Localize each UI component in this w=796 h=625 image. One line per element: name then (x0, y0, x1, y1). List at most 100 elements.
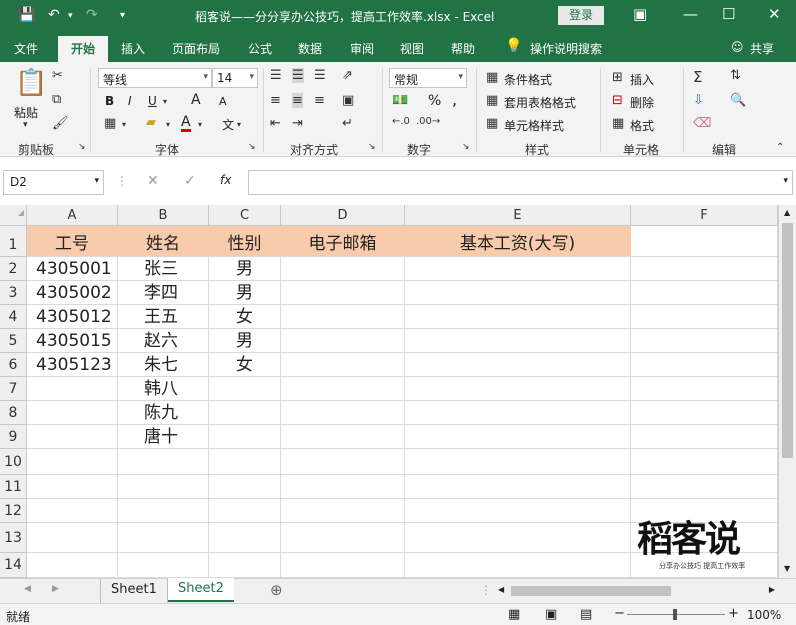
vertical-scrollbar[interactable]: ▲ ▼ (778, 205, 796, 578)
find-select-icon[interactable]: 🔍 (730, 93, 746, 108)
zoom-slider-thumb[interactable] (673, 609, 677, 620)
zoom-out-icon[interactable]: − (614, 606, 625, 621)
align-left-icon[interactable]: ≡ (270, 93, 281, 108)
cell-c7[interactable] (209, 377, 281, 401)
cell-e13[interactable] (405, 523, 631, 553)
cell-e6[interactable] (405, 353, 631, 377)
tell-me-search[interactable]: 操作说明搜索 (530, 40, 602, 57)
cell-f2[interactable] (631, 257, 778, 281)
cell-d9[interactable] (281, 425, 405, 449)
grow-font-button[interactable]: A (191, 92, 201, 108)
cell-d2[interactable] (281, 257, 405, 281)
tab-formulas[interactable]: 公式 (248, 40, 272, 57)
font-color-button[interactable]: A (181, 115, 191, 132)
cell-e4[interactable] (405, 305, 631, 329)
login-button[interactable]: 登录 (558, 6, 604, 25)
borders-dropdown-icon[interactable]: ▾ (122, 120, 126, 129)
cell-d6[interactable] (281, 353, 405, 377)
align-bottom-icon[interactable]: ☰ (314, 68, 326, 83)
copy-icon[interactable]: ⧉ (52, 92, 61, 107)
cell-c5[interactable]: 男 (209, 329, 281, 353)
normal-view-icon[interactable]: ▦ (508, 607, 520, 622)
undo-icon[interactable]: ↶ (48, 7, 60, 23)
cell-a12[interactable] (27, 499, 118, 523)
underline-dropdown-icon[interactable]: ▾ (163, 97, 167, 106)
shrink-font-button[interactable]: A (219, 95, 227, 108)
cell-a5[interactable]: 4305015 (27, 329, 118, 353)
fill-color-icon[interactable]: ▰ (146, 115, 156, 130)
split-handle-icon[interactable]: ⋮ (480, 583, 492, 597)
underline-button[interactable]: U (148, 94, 157, 108)
autosum-icon[interactable]: Σ (693, 68, 702, 86)
cell-a4[interactable]: 4305012 (27, 305, 118, 329)
merge-center-icon[interactable]: ▣ (342, 93, 354, 108)
cell-e1[interactable]: 基本工资(大写) (405, 226, 631, 257)
cell-a3[interactable]: 4305002 (27, 281, 118, 305)
cell-b2[interactable]: 张三 (118, 257, 209, 281)
formula-input[interactable]: ▾ (248, 170, 793, 195)
column-header-c[interactable]: C (209, 205, 281, 226)
comma-button[interactable]: , (452, 90, 457, 109)
cell-f11[interactable] (631, 475, 778, 499)
borders-icon[interactable]: ▦ (104, 116, 116, 131)
font-launcher-icon[interactable]: ↘ (248, 142, 256, 152)
row-header-1[interactable]: 1 (0, 226, 27, 257)
row-header-3[interactable]: 3 (0, 281, 27, 305)
tab-page-layout[interactable]: 页面布局 (172, 40, 220, 57)
expand-formula-icon[interactable]: ▾ (783, 176, 788, 186)
cell-e2[interactable] (405, 257, 631, 281)
fill-dropdown-icon[interactable]: ▾ (166, 120, 170, 129)
redo-icon[interactable]: ↷ (86, 7, 98, 23)
cell-f6[interactable] (631, 353, 778, 377)
cell-b1[interactable]: 姓名 (118, 226, 209, 257)
cell-c14[interactable] (209, 553, 281, 578)
phonetic-dropdown-icon[interactable]: ▾ (237, 120, 241, 129)
align-middle-icon[interactable]: ☰ (292, 68, 304, 83)
cell-a7[interactable] (27, 377, 118, 401)
minimize-icon[interactable]: — (683, 5, 698, 23)
format-cells-button[interactable]: 格式 (630, 117, 654, 134)
add-sheet-icon[interactable]: ⊕ (270, 581, 283, 599)
prev-sheet-icon[interactable]: ◀ (24, 584, 31, 594)
align-center-icon[interactable]: ≡ (292, 93, 303, 108)
alignment-launcher-icon[interactable]: ↘ (368, 142, 376, 152)
cell-b5[interactable]: 赵六 (118, 329, 209, 353)
cell-e10[interactable] (405, 449, 631, 475)
sort-filter-icon[interactable]: ⇅ (730, 68, 741, 83)
scroll-left-icon[interactable]: ◀ (498, 585, 504, 594)
percent-button[interactable]: % (428, 93, 441, 109)
row-header-8[interactable]: 8 (0, 401, 27, 425)
cell-a6[interactable]: 4305123 (27, 353, 118, 377)
zoom-level[interactable]: 100% (747, 608, 781, 622)
name-box[interactable]: D2 ▾ (3, 170, 104, 195)
cell-a11[interactable] (27, 475, 118, 499)
horizontal-scroll-thumb[interactable] (511, 586, 671, 596)
column-header-a[interactable]: A (27, 205, 118, 226)
cell-a1[interactable]: 工号 (27, 226, 118, 257)
cell-c6[interactable]: 女 (209, 353, 281, 377)
page-layout-view-icon[interactable]: ▣ (545, 607, 557, 622)
cell-e9[interactable] (405, 425, 631, 449)
cell-b8[interactable]: 陈九 (118, 401, 209, 425)
tab-data[interactable]: 数据 (298, 40, 322, 57)
tab-home[interactable]: 开始 (58, 36, 109, 62)
vertical-scroll-thumb[interactable] (782, 223, 793, 458)
cell-b13[interactable] (118, 523, 209, 553)
column-header-b[interactable]: B (118, 205, 209, 226)
wrap-text-icon[interactable]: ↵ (342, 116, 353, 131)
cell-e8[interactable] (405, 401, 631, 425)
cell-a8[interactable] (27, 401, 118, 425)
row-header-6[interactable]: 6 (0, 353, 27, 377)
row-header-12[interactable]: 12 (0, 499, 27, 523)
align-top-icon[interactable]: ☰ (270, 68, 282, 83)
horizontal-scrollbar[interactable]: ◀ ▶ (495, 583, 778, 599)
cell-f7[interactable] (631, 377, 778, 401)
cell-d14[interactable] (281, 553, 405, 578)
cell-b9[interactable]: 唐十 (118, 425, 209, 449)
cell-e12[interactable] (405, 499, 631, 523)
tab-file[interactable]: 文件 (14, 40, 38, 57)
cell-d10[interactable] (281, 449, 405, 475)
cell-c12[interactable] (209, 499, 281, 523)
sheet-tab-sheet1[interactable]: Sheet1 (100, 579, 168, 603)
cell-c11[interactable] (209, 475, 281, 499)
